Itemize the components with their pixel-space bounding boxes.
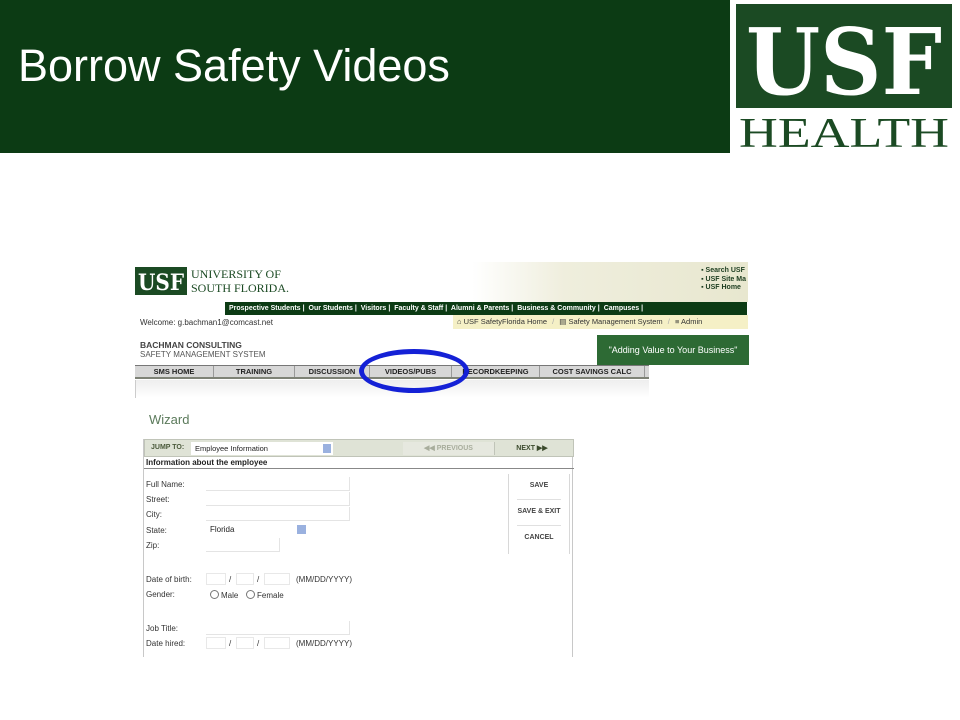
- city-field[interactable]: [206, 507, 350, 521]
- date-slash: /: [257, 639, 260, 648]
- tab-sms-home[interactable]: SMS HOME: [135, 366, 214, 377]
- wizard-actions: SAVE SAVE & EXIT CANCEL: [508, 474, 570, 554]
- admin-icon: ≡: [674, 317, 680, 326]
- wizard-title: Wizard: [149, 412, 190, 427]
- divider: [144, 468, 574, 469]
- previous-button[interactable]: ◀◀ PREVIOUS: [403, 442, 495, 455]
- university-top-links: ▪ Search USF ▪ USF Site Ma ▪ USF Home: [701, 267, 746, 293]
- breadcrumb-sms[interactable]: Safety Management System: [568, 317, 662, 326]
- next-button[interactable]: NEXT ▶▶: [497, 442, 567, 455]
- hired-day-field[interactable]: [236, 637, 254, 649]
- double-left-arrow-icon: ◀◀: [424, 445, 435, 452]
- welcome-bar: Welcome: g.bachman1@comcast.net ⌂ USF Sa…: [135, 315, 748, 329]
- city-label: City:: [146, 510, 162, 519]
- slide-title: Borrow Safety Videos: [18, 40, 450, 91]
- nav-link-prospective[interactable]: Prospective Students: [229, 305, 301, 312]
- welcome-text: Welcome: g.bachman1@comcast.net: [140, 318, 273, 327]
- university-logo-mark: USF: [138, 270, 184, 296]
- university-banner: USF UNIVERSITY OF SOUTH FLORIDA. ▪ Searc…: [135, 262, 748, 302]
- double-right-arrow-icon: ▶▶: [536, 445, 548, 452]
- system-name: SAFETY MANAGEMENT SYSTEM: [140, 350, 266, 359]
- date-slash: /: [257, 575, 260, 584]
- wizard-panel: JUMP TO: Employee Information ◀◀ PREVIOU…: [143, 439, 574, 657]
- dropdown-arrow-icon[interactable]: [323, 444, 331, 453]
- usf-health-logo-bottom: HEALTH: [739, 111, 949, 150]
- previous-label: PREVIOUS: [436, 445, 473, 452]
- state-label: State:: [146, 526, 167, 535]
- breadcrumb-admin[interactable]: Admin: [681, 317, 702, 326]
- next-label: NEXT: [516, 445, 535, 452]
- jump-bar: JUMP TO: Employee Information ◀◀ PREVIOU…: [144, 439, 574, 457]
- male-label: Male: [221, 591, 239, 600]
- top-link[interactable]: ▪ Search USF: [701, 267, 746, 276]
- dob-day-field[interactable]: [236, 573, 254, 585]
- zip-field[interactable]: [206, 538, 280, 552]
- top-link[interactable]: ▪ USF Site Ma: [701, 276, 746, 285]
- tab-cost-savings[interactable]: COST SAVINGS CALC: [540, 366, 645, 377]
- university-logo-line1: UNIVERSITY OF: [191, 267, 281, 281]
- zip-label: Zip:: [146, 541, 160, 550]
- dropdown-arrow-icon[interactable]: [297, 525, 306, 534]
- sms-screenshot: USF UNIVERSITY OF SOUTH FLORIDA. ▪ Searc…: [135, 262, 750, 662]
- top-link[interactable]: ▪ USF Home: [701, 284, 746, 293]
- divider: [517, 525, 561, 526]
- slide-header: Borrow Safety Videos: [0, 0, 730, 153]
- hired-year-field[interactable]: [264, 637, 290, 649]
- university-logo[interactable]: USF UNIVERSITY OF SOUTH FLORIDA.: [135, 265, 290, 297]
- gender-label: Gender:: [146, 590, 175, 599]
- nav-link-visitors[interactable]: Visitors: [361, 305, 387, 312]
- university-nav: Prospective Students | Our Students | Visi…: [225, 302, 747, 315]
- company-name: BACHMAN CONSULTING: [140, 340, 242, 350]
- street-field[interactable]: [206, 492, 350, 506]
- videos-pubs-highlight: [359, 349, 469, 393]
- job-title-field[interactable]: [206, 621, 350, 635]
- female-radio[interactable]: [246, 590, 255, 599]
- hired-format-hint: (MM/DD/YYYY): [296, 639, 352, 648]
- jump-to-value: Employee Information: [195, 444, 268, 453]
- jump-to-select[interactable]: Employee Information: [191, 442, 333, 455]
- dob-format-hint: (MM/DD/YYYY): [296, 575, 352, 584]
- usf-health-logo: USF HEALTH: [736, 4, 952, 150]
- breadcrumb-separator: /: [667, 317, 670, 326]
- save-exit-button[interactable]: SAVE & EXIT: [509, 501, 569, 523]
- cancel-button[interactable]: CANCEL: [509, 527, 569, 549]
- full-name-field[interactable]: [206, 477, 350, 491]
- breadcrumb: ⌂ USF SafetyFlorida Home / ▤ Safety Mana…: [453, 315, 748, 329]
- state-select[interactable]: Florida: [210, 525, 234, 534]
- date-slash: /: [229, 575, 232, 584]
- nav-link-business[interactable]: Business & Community: [517, 305, 596, 312]
- tab-training[interactable]: TRAINING: [214, 366, 295, 377]
- dob-label: Date of birth:: [146, 575, 192, 584]
- hired-month-field[interactable]: [206, 637, 226, 649]
- breadcrumb-home[interactable]: USF SafetyFlorida Home: [464, 317, 547, 326]
- date-slash: /: [229, 639, 232, 648]
- nav-link-campuses[interactable]: Campuses: [604, 305, 639, 312]
- nav-link-students[interactable]: Our Students: [309, 305, 353, 312]
- jump-label: JUMP TO:: [151, 444, 185, 451]
- save-button[interactable]: SAVE: [509, 475, 569, 497]
- divider: [517, 499, 561, 500]
- job-title-label: Job Title:: [146, 624, 179, 633]
- university-logo-line2: SOUTH FLORIDA.: [191, 281, 289, 295]
- breadcrumb-separator: /: [552, 317, 555, 326]
- section-heading: Information about the employee: [146, 458, 268, 467]
- dob-year-field[interactable]: [264, 573, 290, 585]
- document-icon: ▤: [559, 317, 567, 326]
- date-hired-label: Date hired:: [146, 639, 186, 648]
- male-radio[interactable]: [210, 590, 219, 599]
- female-label: Female: [257, 591, 284, 600]
- nav-link-alumni[interactable]: Alumni & Parents: [451, 305, 509, 312]
- usf-health-logo-top: USF: [746, 8, 942, 116]
- full-name-label: Full Name:: [146, 480, 185, 489]
- nav-link-faculty[interactable]: Faculty & Staff: [394, 305, 443, 312]
- tagline-banner: "Adding Value to Your Business": [597, 335, 749, 365]
- dob-month-field[interactable]: [206, 573, 226, 585]
- street-label: Street:: [146, 495, 170, 504]
- home-icon: ⌂: [457, 317, 462, 326]
